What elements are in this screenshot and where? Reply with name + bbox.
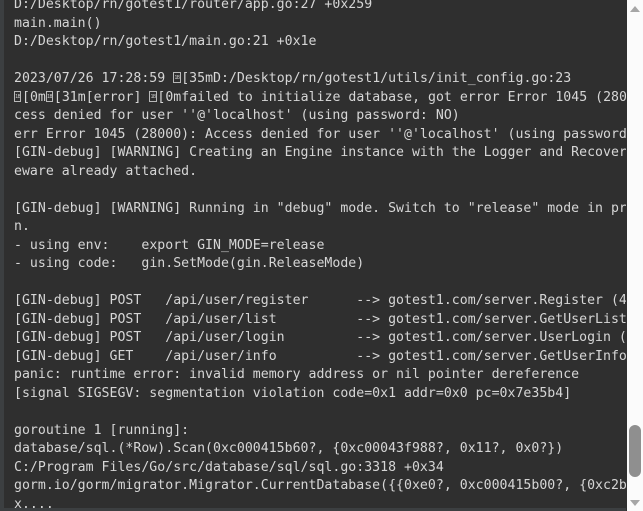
escape-char-glyph: 1B xyxy=(149,90,157,102)
log-line: C:/Program Files/Go/src/database/sql/sql… xyxy=(14,459,444,475)
log-line: gorm.io/gorm/migrator.Migrator.CurrentDa… xyxy=(14,478,626,494)
log-line: panic: runtime error: invalid memory add… xyxy=(14,367,580,383)
log-line: - using env: export GIN_MODE=release xyxy=(14,237,325,253)
log-line: D:/Desktop/rn/gotest1/main.go:21 +0x1e xyxy=(14,34,317,50)
log-line: [GIN-debug] [WARNING] Creating an Engine… xyxy=(14,145,626,161)
log-line: eware already attached. xyxy=(14,163,198,179)
log-line: [GIN-debug] POST /api/user/register --> … xyxy=(14,293,626,309)
log-line-list: D:/Desktop/rn/gotest1/router/app.go:27 +… xyxy=(14,0,626,511)
console-output-window: D:/Desktop/rn/gotest1/router/app.go:27 +… xyxy=(0,0,643,511)
vertical-scrollbar[interactable] xyxy=(626,0,643,511)
scroll-down-arrow-icon[interactable] xyxy=(627,494,643,511)
log-text-viewport[interactable]: D:/Desktop/rn/gotest1/router/app.go:27 +… xyxy=(0,0,626,511)
scrollbar-thumb[interactable] xyxy=(629,425,641,477)
log-line: [GIN-debug] GET /api/user/info --> gotes… xyxy=(14,348,626,364)
log-line: 2023/07/26 17:28:59 1B [35mD:/Desktop/rn/… xyxy=(14,71,572,87)
log-line: database/sql.(*Row).Scan(0xc000415b60?, … xyxy=(14,441,564,457)
escape-char-glyph: 1B xyxy=(173,72,181,84)
log-line: goroutine 1 [running]: xyxy=(14,422,190,438)
escape-char-glyph: 1B xyxy=(14,90,22,102)
log-line: main.main() xyxy=(14,15,102,31)
triangle-down-icon xyxy=(630,499,640,506)
log-line: [GIN-debug] [WARNING] Running in "debug"… xyxy=(14,200,626,216)
log-line: err Error 1045 (28000): Access denied fo… xyxy=(14,126,626,142)
triangle-up-icon xyxy=(630,5,640,12)
log-line: D:/Desktop/rn/gotest1/router/app.go:27 +… xyxy=(14,0,373,12)
log-line: - using code: gin.SetMode(gin.ReleaseMod… xyxy=(14,256,365,272)
log-line: 1B [0m1B [31m[error] 1B [0mfailed to initia… xyxy=(14,89,626,105)
log-line: [GIN-debug] POST /api/user/login --> got… xyxy=(14,330,626,346)
scrollbar-track[interactable] xyxy=(627,17,643,494)
log-line: [GIN-debug] POST /api/user/list --> gote… xyxy=(14,311,626,327)
log-line: n. xyxy=(14,219,30,235)
escape-char-glyph: 1B xyxy=(45,90,54,102)
log-line: [signal SIGSEGV: segmentation violation … xyxy=(14,385,572,401)
scroll-up-arrow-icon[interactable] xyxy=(627,0,643,17)
log-line: cess denied for user ''@'localhost' (usi… xyxy=(14,108,460,124)
